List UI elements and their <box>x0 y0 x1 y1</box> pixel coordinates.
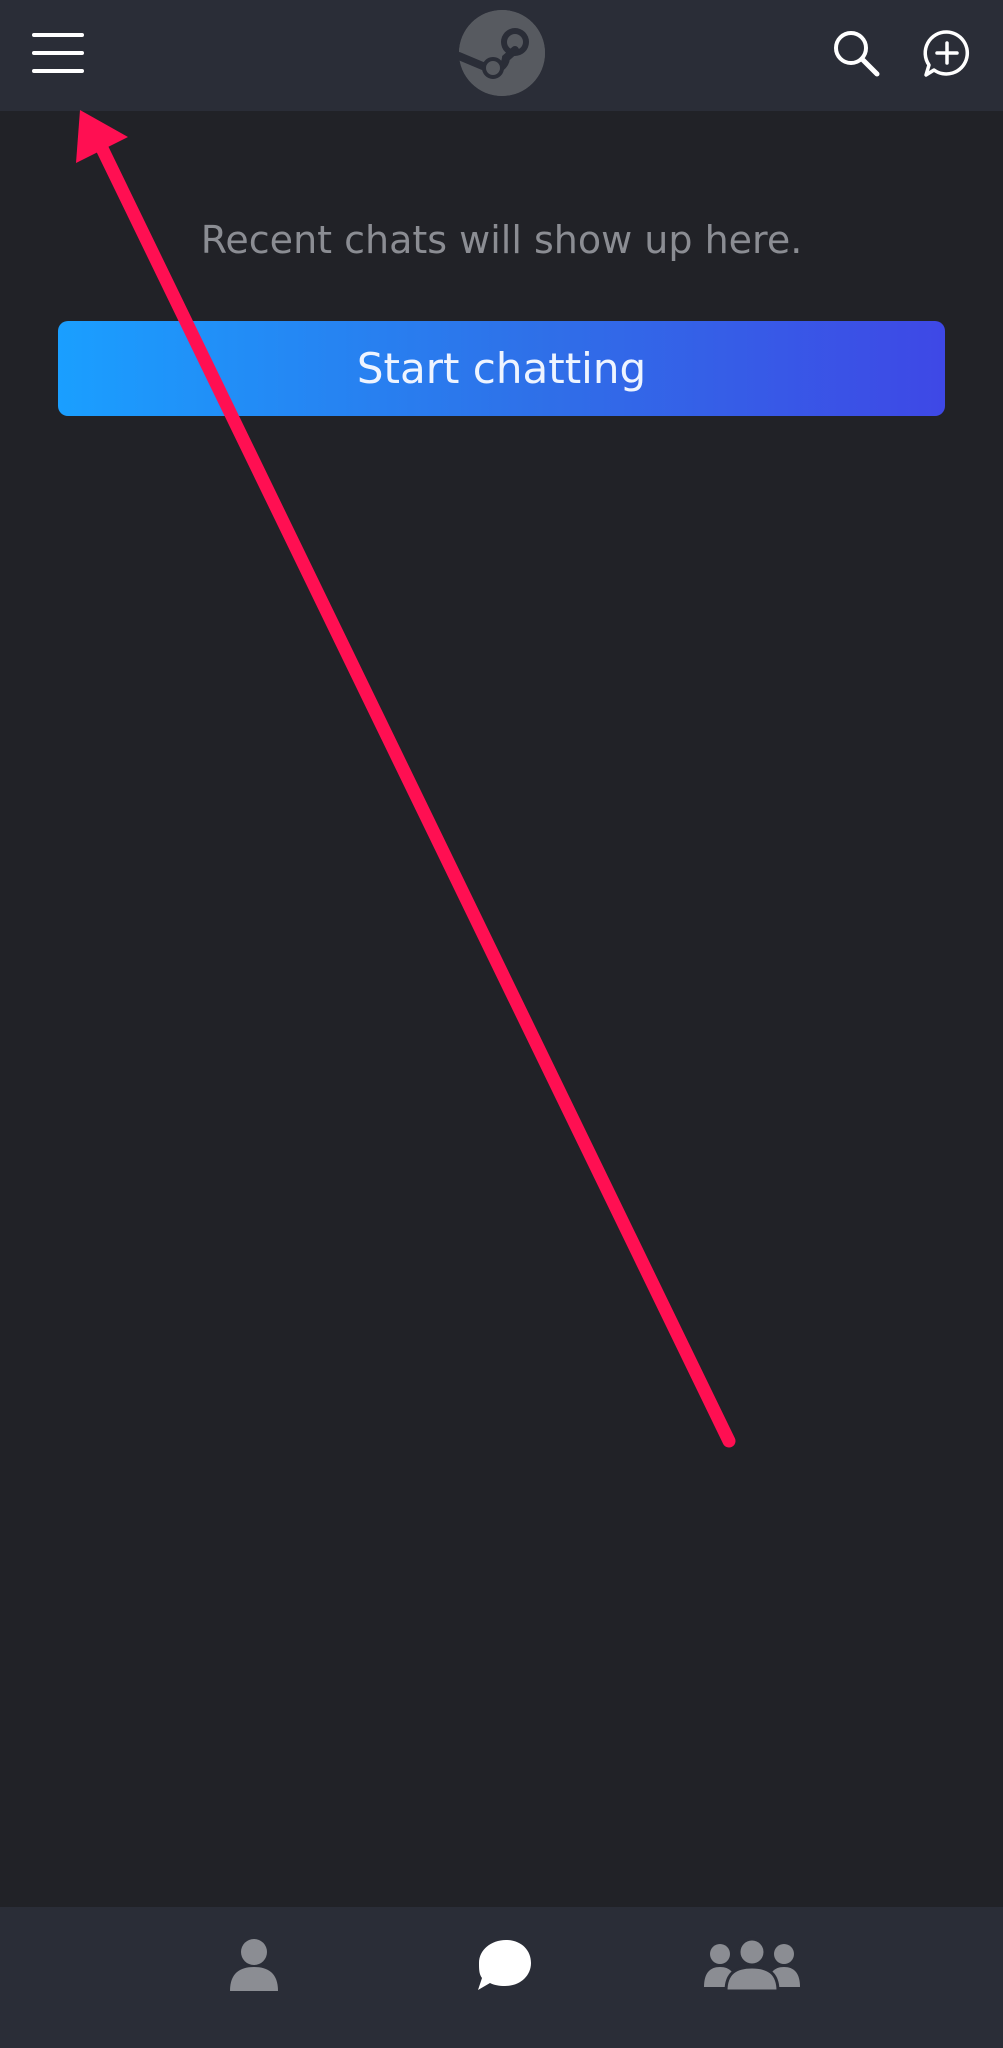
search-icon[interactable] <box>832 29 880 77</box>
new-chat-plus-icon[interactable] <box>922 29 972 79</box>
top-app-bar <box>0 0 1003 111</box>
empty-chats-message: Recent chats will show up here. <box>200 218 803 262</box>
bottom-navigation-bar <box>0 1907 1003 2048</box>
hamburger-menu-icon[interactable] <box>30 30 86 76</box>
chat-screen: Recent chats will show up here. Start ch… <box>0 0 1003 2048</box>
chat-bubble-icon[interactable] <box>474 1937 534 1993</box>
annotation-arrow-icon <box>76 110 736 1448</box>
profile-icon[interactable] <box>226 1937 282 1993</box>
groups-icon[interactable] <box>704 1937 800 1993</box>
start-chatting-button[interactable]: Start chatting <box>58 321 945 416</box>
steam-logo-icon <box>455 10 545 96</box>
